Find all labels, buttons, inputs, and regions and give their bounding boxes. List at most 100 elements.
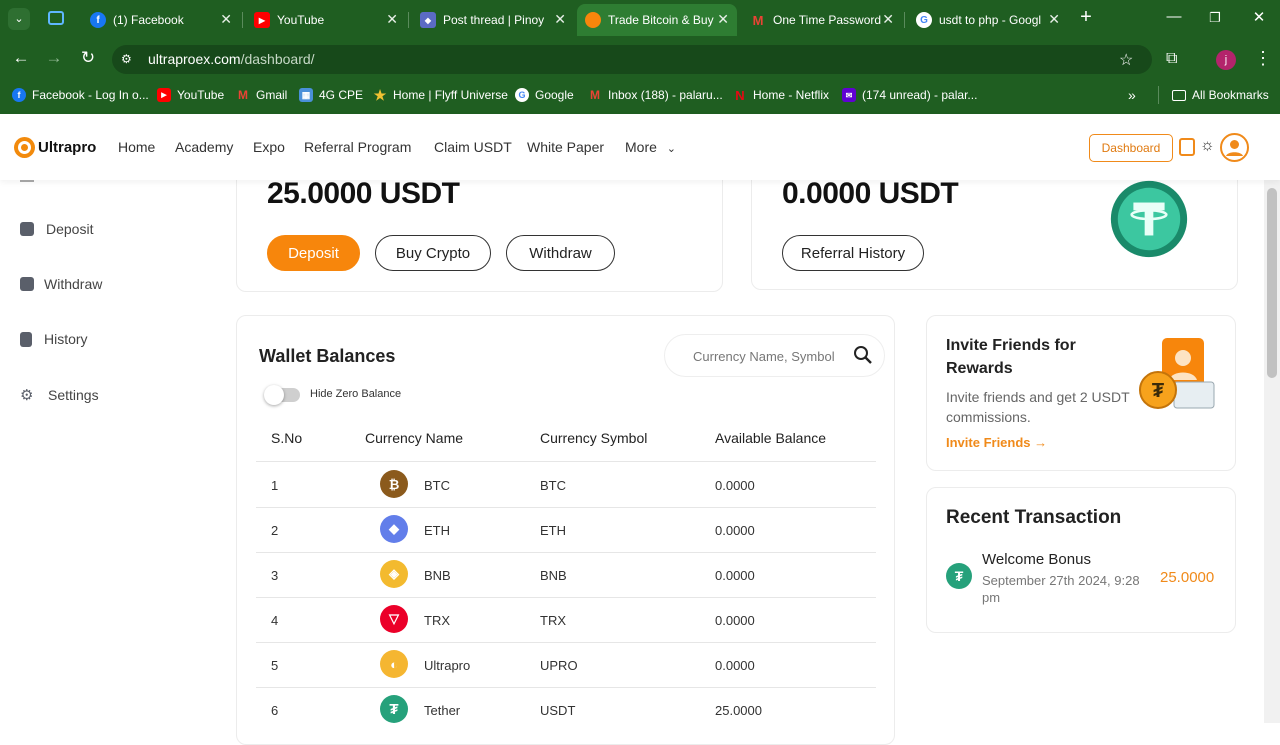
youtube-icon: ▶ [157,88,171,102]
forward-button[interactable]: → [43,48,65,68]
pinoy-icon: ◆ [420,12,436,28]
buy-crypto-button[interactable]: Buy Crypto [375,235,491,271]
close-icon[interactable]: ✕ [1048,11,1060,28]
tab-group-icon[interactable] [48,11,64,25]
close-window-button[interactable]: ✕ [1249,8,1269,26]
nav-referral-program[interactable]: Referral Program [304,139,411,155]
close-icon[interactable]: ✕ [554,11,566,28]
tab-ultrapro-active[interactable]: Trade Bitcoin & Buy ✕ [577,4,737,36]
nav-expo[interactable]: Expo [253,139,285,155]
bookmark-gmail[interactable]: M Gmail [236,86,287,104]
row-1-symbol: BTC [540,478,566,493]
deposit-button[interactable]: Deposit [267,235,360,271]
url-text[interactable]: ultraproex.com/dashboard/ [148,51,315,67]
tab-label: YouTube [277,13,325,27]
invite-illustration-icon: ₮ [1138,334,1218,416]
google-icon: G [515,88,529,102]
tab-gmail[interactable]: M One Time Password ✕ [742,6,902,34]
dashboard-button[interactable]: Dashboard [1089,134,1173,162]
row-divider [256,687,876,688]
nav-more-label: More [625,139,657,155]
browser-menu-icon[interactable]: ⋮ [1254,48,1272,69]
col-currency-name: Currency Name [365,430,464,446]
close-icon[interactable]: ✕ [220,11,232,28]
bookmark-netflix[interactable]: N Home - Netflix [733,86,829,104]
withdraw-button[interactable]: Withdraw [506,235,615,271]
browser-chrome: ⌄ f (1) Facebook ✕ ▶ YouTube ✕ ◆ Post th… [0,0,1280,114]
close-icon[interactable]: ✕ [386,11,398,28]
sidebar-item-label: Withdraw [44,276,103,292]
bookmark-facebook[interactable]: f Facebook - Log In o... [12,86,149,104]
exchange-icon[interactable] [1179,138,1195,156]
sidebar-item-withdraw[interactable]: Withdraw [20,276,102,292]
sidebar-item-deposit[interactable]: Deposit [20,221,93,237]
row-5-sno: 5 [271,658,279,673]
nav-home[interactable]: Home [118,139,155,155]
youtube-icon: ▶ [254,12,270,28]
user-avatar-icon[interactable] [1220,133,1249,162]
sidebar-item-history[interactable]: History [20,331,88,347]
tab-search-button[interactable]: ⌄ [8,8,30,30]
nav-academy[interactable]: Academy [175,139,233,155]
bookmark-inbox[interactable]: M Inbox (188) - palaru... [588,86,723,104]
reload-button[interactable]: ↻ [77,48,99,68]
search-icon[interactable] [853,345,873,365]
close-icon[interactable]: ✕ [882,11,894,28]
referral-balance: 0.0000 USDT [782,177,959,210]
invite-friends-link[interactable]: Invite Friends → [946,435,1047,450]
bookmark-label: Google [535,88,574,102]
tab-label: Post thread | Pinoy [443,13,545,27]
back-button[interactable]: ← [10,48,32,68]
row-5-balance: 0.0000 [715,658,755,673]
tab-label: One Time Password [773,13,881,27]
theme-toggle-icon[interactable]: ☼ [1200,137,1215,155]
bookmark-yahoo[interactable]: ✉ (174 unread) - palar... [842,86,977,104]
bookmark-4g-cpe[interactable]: ▦ 4G CPE [299,86,363,104]
sidebar-item-settings[interactable]: ⚙ Settings [20,386,99,404]
usdt-coin-icon: ₮ [380,695,408,723]
tab-pinoy[interactable]: ◆ Post thread | Pinoy ✕ [412,6,574,34]
withdraw-icon [20,277,34,291]
yahoo-icon: ✉ [842,88,856,102]
bookmark-label: Facebook - Log In o... [32,88,149,102]
logo-text[interactable]: Ultrapro [38,139,96,156]
tab-google[interactable]: G usdt to php - Googl ✕ [908,6,1068,34]
transaction-amount: 25.0000 [1160,569,1215,586]
facebook-icon: f [90,12,106,28]
minimize-button[interactable]: — [1164,8,1184,25]
nav-claim-usdt[interactable]: Claim USDT [434,139,512,155]
sidebar-item-label: Deposit [46,221,94,237]
profile-avatar[interactable]: j [1216,50,1236,70]
extensions-icon[interactable]: ⧉ [1166,50,1177,68]
tab-youtube[interactable]: ▶ YouTube ✕ [246,6,406,34]
hide-zero-toggle[interactable] [264,385,300,405]
restore-button[interactable]: ❐ [1205,10,1225,26]
row-6-name: Tether [424,703,461,718]
globe-icon: ▦ [299,88,313,102]
tab-facebook[interactable]: f (1) Facebook ✕ [82,6,240,34]
bookmark-star-icon[interactable]: ☆ [1119,50,1133,70]
bookmark-label: Home | Flyff Universe [393,88,508,102]
sidebar-item-label: History [44,331,88,347]
ultrapro-logo-icon[interactable] [14,137,35,158]
more-bookmarks-icon[interactable]: » [1128,86,1136,104]
nav-more[interactable]: More ⌄ [625,139,676,155]
nav-white-paper[interactable]: White Paper [527,139,604,155]
close-icon[interactable]: ✕ [717,11,729,28]
site-info-icon[interactable]: ⚙ [121,52,135,66]
scrollbar-thumb[interactable] [1267,188,1277,378]
total-balance: 25.0000 USDT [267,177,460,210]
url-domain: ultraproex.com [148,51,241,67]
bookmark-google[interactable]: G Google [515,86,574,104]
col-available-balance: Available Balance [715,430,827,446]
bookmark-youtube[interactable]: ▶ YouTube [157,86,224,104]
new-tab-button[interactable]: + [1076,6,1096,29]
eth-coin-icon: ◆ [380,515,408,543]
all-bookmarks[interactable]: All Bookmarks [1172,86,1269,104]
row-2-name: ETH [424,523,450,538]
bookmark-flyff[interactable]: ★ Home | Flyff Universe [373,86,508,104]
wallet-balances-title: Wallet Balances [259,346,396,366]
tab-label: (1) Facebook [113,13,184,27]
row-divider [256,552,876,553]
referral-history-button[interactable]: Referral History [782,235,924,271]
